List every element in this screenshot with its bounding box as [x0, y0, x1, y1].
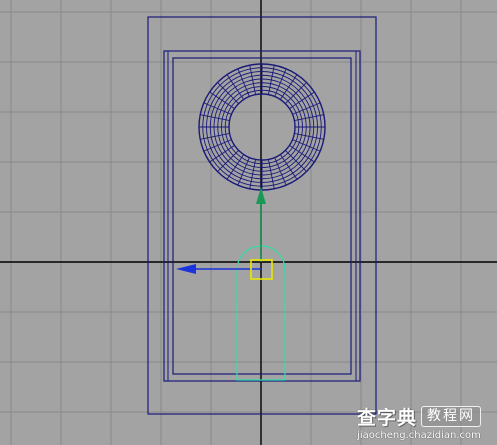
torus-spoke: [285, 150, 307, 172]
grid: [0, 0, 497, 445]
inner-frame-outer-edge[interactable]: [163, 50, 361, 382]
torus-spoke: [285, 82, 307, 104]
3d-viewport[interactable]: 查字典 教程网 jiaocheng.chazidian.com: [0, 0, 497, 445]
torus-spoke: [217, 82, 239, 104]
torus-ring: [228, 93, 296, 161]
viewport-canvas[interactable]: [0, 0, 497, 445]
torus-mesh[interactable]: [198, 63, 326, 191]
inner-frame-inner-edge[interactable]: [172, 57, 352, 375]
world-axes: [0, 0, 497, 445]
torus-spoke: [217, 150, 239, 172]
arrow-left-icon[interactable]: [176, 264, 196, 274]
move-manipulator[interactable]: [176, 187, 273, 280]
